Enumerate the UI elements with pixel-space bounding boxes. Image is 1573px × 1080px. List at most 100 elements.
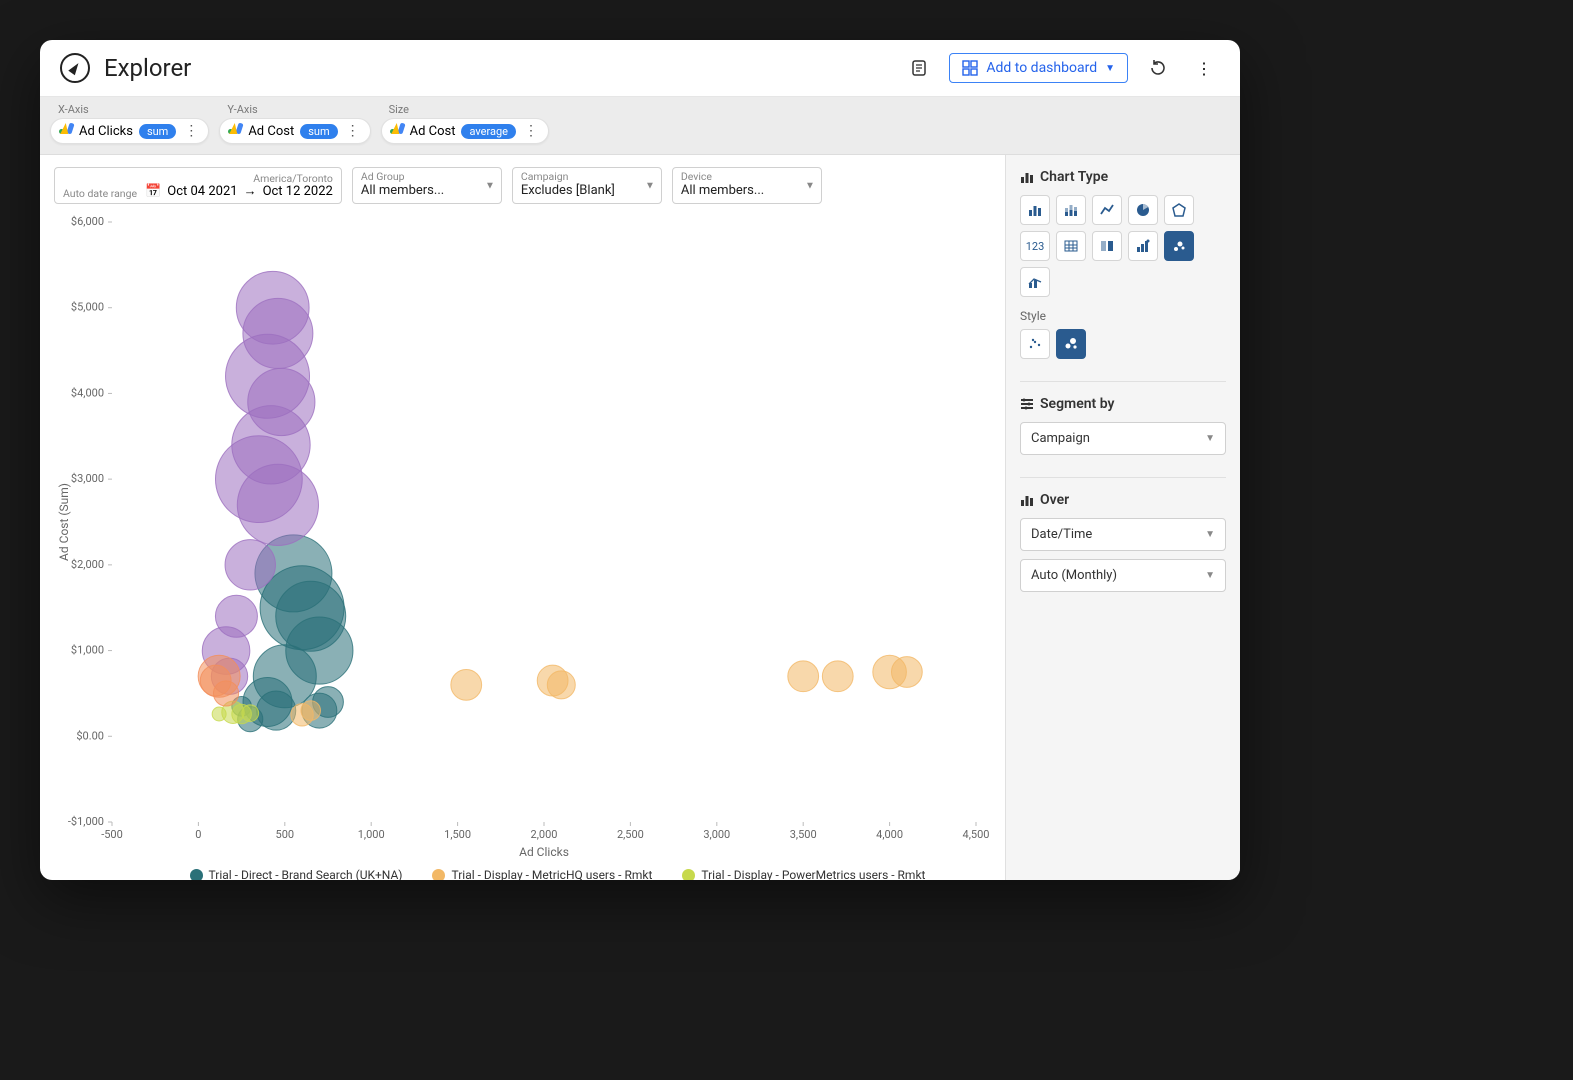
svg-text:Ad Clicks: Ad Clicks [519, 845, 569, 859]
chart-type-stacked-bar[interactable] [1056, 195, 1086, 225]
legend-swatch [682, 869, 695, 880]
svg-text:-$1,000: -$1,000 [68, 815, 104, 828]
legend-item[interactable]: Trial - Direct - Brand Search (UK+NA) [190, 868, 403, 880]
legend-item[interactable]: Trial - Display - PowerMetrics users - R… [682, 868, 925, 880]
bubble-point[interactable] [225, 540, 275, 590]
chart-type-line[interactable] [1092, 195, 1122, 225]
bubble-chart: -$1,000$0.00$1,000$2,000$3,000$4,000$5,0… [54, 210, 991, 864]
chevron-down-icon: ▼ [805, 180, 815, 191]
style-scatter[interactable] [1020, 329, 1050, 359]
svg-text:500: 500 [276, 828, 295, 841]
more-menu-button[interactable]: ⋮ [1188, 52, 1220, 84]
svg-text:$5,000: $5,000 [71, 301, 104, 314]
campaign-filter[interactable]: Campaign Excludes [Blank] ▼ [512, 167, 662, 204]
add-to-dashboard-label: Add to dashboard [986, 60, 1097, 76]
svg-text:$2,000: $2,000 [71, 558, 104, 571]
segment-by-select[interactable]: Campaign ▼ [1020, 422, 1226, 455]
y-axis-label: Y-Axis [219, 103, 370, 116]
bubble-point[interactable] [242, 705, 259, 722]
svg-text:4,500: 4,500 [963, 828, 990, 841]
chart-type-radar[interactable] [1164, 195, 1194, 225]
calendar-icon: 📅 [145, 184, 161, 199]
date-range-filter[interactable]: Auto date range America/Toronto 📅 Oct 04… [54, 167, 342, 204]
svg-text:1,000: 1,000 [358, 828, 385, 841]
chevron-down-icon: ▼ [1205, 433, 1215, 444]
legend-item[interactable]: Trial - Display - MetricHQ users - Rmkt [432, 868, 652, 880]
pill-more-icon[interactable]: ⋮ [344, 123, 362, 139]
style-bubble[interactable] [1056, 329, 1086, 359]
ad-group-filter[interactable]: Ad Group All members... ▼ [352, 167, 502, 204]
svg-text:$3,000: $3,000 [71, 473, 104, 486]
svg-text:-500: -500 [101, 828, 123, 841]
legend-swatch [432, 869, 445, 880]
segment-by-title: Segment by [1020, 396, 1226, 412]
legend-label: Trial - Direct - Brand Search (UK+NA) [209, 868, 403, 880]
chart-type-pivot[interactable] [1092, 231, 1122, 261]
svg-text:3,500: 3,500 [790, 828, 817, 841]
chart-type-pie[interactable] [1128, 195, 1158, 225]
y-axis-metric-pill[interactable]: Ad Cost sum ⋮ [219, 118, 370, 144]
over-dimension-select[interactable]: Date/Time ▼ [1020, 518, 1226, 551]
bubble-point[interactable] [547, 671, 575, 699]
bubble-point[interactable] [822, 661, 853, 692]
style-label: Style [1020, 309, 1226, 323]
chart-type-combo[interactable] [1020, 267, 1050, 297]
svg-text:3,000: 3,000 [703, 828, 730, 841]
header: Explorer Add to dashboard ▼ ⋮ [40, 40, 1240, 97]
side-panel: Chart Type 123 Style [1005, 155, 1240, 880]
add-to-dashboard-button[interactable]: Add to dashboard ▼ [949, 53, 1128, 83]
bubble-point[interactable] [891, 657, 922, 688]
chart-type-number[interactable]: 123 [1020, 231, 1050, 261]
chart-type-table[interactable] [1056, 231, 1086, 261]
svg-text:0: 0 [195, 828, 201, 841]
arrow-right-icon: → [244, 183, 257, 199]
timezone-label: America/Toronto [253, 172, 333, 185]
refresh-button[interactable] [1142, 52, 1174, 84]
chart-type-title: Chart Type [1020, 169, 1226, 185]
caret-down-icon: ▼ [1105, 63, 1115, 74]
svg-text:4,000: 4,000 [876, 828, 903, 841]
pill-more-icon[interactable]: ⋮ [522, 123, 540, 139]
bubble-point[interactable] [237, 465, 318, 546]
pill-more-icon[interactable]: ⋮ [182, 123, 200, 139]
agg-badge: sum [139, 124, 176, 139]
google-ads-icon [388, 123, 404, 139]
chevron-down-icon: ▼ [485, 180, 495, 191]
bubble-point[interactable] [257, 691, 296, 730]
bubble-point[interactable] [301, 701, 321, 721]
main-content: Auto date range America/Toronto 📅 Oct 04… [40, 155, 1005, 880]
bubble-point[interactable] [451, 670, 482, 701]
legend-swatch [190, 869, 203, 880]
bubble-point[interactable] [213, 681, 238, 706]
svg-text:1,500: 1,500 [444, 828, 471, 841]
svg-text:$4,000: $4,000 [71, 387, 104, 400]
svg-text:$1,000: $1,000 [71, 644, 104, 657]
chart-type-funnel[interactable] [1128, 231, 1158, 261]
bubble-point[interactable] [212, 707, 226, 721]
google-ads-icon [226, 123, 242, 139]
bubble-point[interactable] [788, 661, 819, 692]
svg-text:Ad Cost (Sum): Ad Cost (Sum) [57, 483, 71, 561]
svg-text:2,500: 2,500 [617, 828, 644, 841]
size-metric-pill[interactable]: Ad Cost average ⋮ [381, 118, 549, 144]
sql-icon[interactable] [903, 52, 935, 84]
svg-text:$6,000: $6,000 [71, 215, 104, 228]
over-title: Over [1020, 492, 1226, 508]
legend-label: Trial - Display - MetricHQ users - Rmkt [451, 868, 652, 880]
dashboard-icon [962, 60, 978, 76]
chart-type-scatter[interactable] [1164, 231, 1194, 261]
over-granularity-select[interactable]: Auto (Monthly) ▼ [1020, 559, 1226, 592]
agg-badge: average [461, 124, 516, 139]
size-label: Size [381, 103, 549, 116]
google-ads-icon [57, 123, 73, 139]
explorer-window: Explorer Add to dashboard ▼ ⋮ X-Axis Ad … [40, 40, 1240, 880]
legend-label: Trial - Display - PowerMetrics users - R… [701, 868, 925, 880]
chart-legend: Trial - Direct - Brand Search (UK+NA) Tri… [54, 864, 991, 880]
chevron-down-icon: ▼ [645, 180, 655, 191]
x-axis-metric-pill[interactable]: Ad Clicks sum ⋮ [50, 118, 209, 144]
chevron-down-icon: ▼ [1205, 570, 1215, 581]
device-filter[interactable]: Device All members... ▼ [672, 167, 822, 204]
svg-text:2,000: 2,000 [531, 828, 558, 841]
agg-badge: sum [300, 124, 337, 139]
chart-type-bar[interactable] [1020, 195, 1050, 225]
